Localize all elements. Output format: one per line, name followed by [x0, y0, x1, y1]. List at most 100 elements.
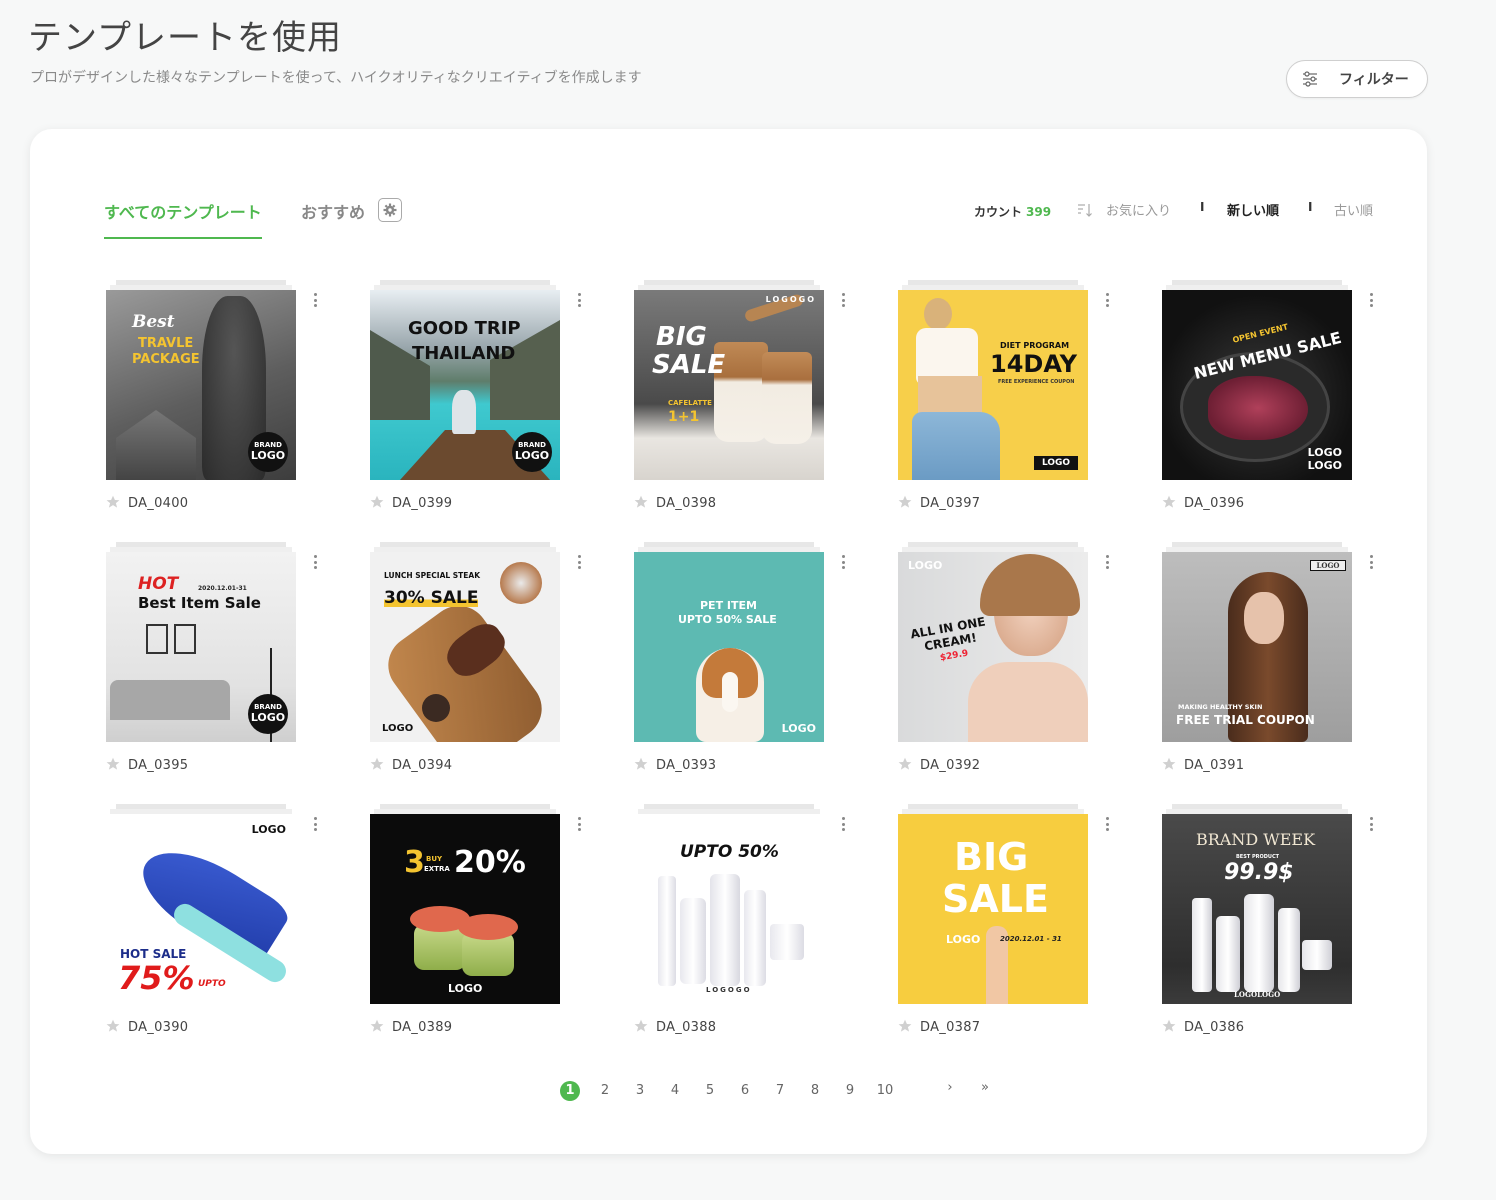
page-1[interactable]: 1 [560, 1081, 580, 1101]
thumb-text: LOGO [1316, 561, 1340, 570]
more-options-icon[interactable] [572, 290, 586, 310]
template-card[interactable]: UPTO 50% LOGOGO DA_0388 [634, 804, 856, 1044]
page-title: テンプレートを使用 [28, 18, 342, 58]
thumb-text: BIG [656, 322, 707, 352]
tab-all-templates[interactable]: すべてのテンプレート [104, 199, 262, 223]
template-thumbnail[interactable]: LOGO MAKING HEALTHY SKIN FREE TRIAL COUP… [1162, 552, 1352, 742]
template-card[interactable]: LOGO HOT SALE 75% UPTO DA_0390 [106, 804, 328, 1044]
badge-text: LOGO [250, 710, 286, 724]
sort-favorite[interactable]: お気に入り [1106, 200, 1171, 219]
template-card[interactable]: OPEN EVENT NEW MENU SALE LOGO LOGO DA_03… [1162, 280, 1384, 520]
favorite-star-icon[interactable] [898, 1019, 912, 1033]
template-thumbnail[interactable]: LOGOGO BIG SALE CAFELATTE 1+1 [634, 290, 824, 480]
favorite-star-icon[interactable] [370, 495, 384, 509]
template-card[interactable]: Best TRAVLE PACKAGE BRAND LOGO DA_0400 [106, 280, 328, 520]
template-thumbnail[interactable]: LUNCH SPECIAL STEAK 30% SALE LOGO [370, 552, 560, 742]
more-options-icon[interactable] [1100, 814, 1114, 834]
tab-recommended[interactable]: おすすめ [301, 199, 365, 223]
gear-icon [383, 203, 397, 217]
filter-label: フィルター [1339, 72, 1409, 88]
more-options-icon[interactable] [572, 814, 586, 834]
template-code: DA_0390 [128, 1020, 189, 1035]
page-10[interactable]: 10 [874, 1081, 896, 1101]
page-5[interactable]: 5 [700, 1081, 720, 1101]
more-options-icon[interactable] [1364, 290, 1378, 310]
thumb-text: 1+1 [668, 409, 700, 425]
page-6[interactable]: 6 [735, 1081, 755, 1101]
template-card[interactable]: DIET PROGRAM 14DAY FREE EXPERIENCE COUPO… [898, 280, 1120, 520]
filter-button[interactable]: フィルター [1286, 60, 1428, 98]
template-thumbnail[interactable]: LOGO ALL IN ONE CREAM! $29.9 [898, 552, 1088, 742]
thumb-text: 75% [118, 959, 195, 997]
template-thumbnail[interactable]: OPEN EVENT NEW MENU SALE LOGO LOGO [1162, 290, 1352, 480]
more-options-icon[interactable] [572, 552, 586, 572]
page-8[interactable]: 8 [805, 1081, 825, 1101]
favorite-star-icon[interactable] [106, 1019, 120, 1033]
recommended-settings-button[interactable] [378, 198, 402, 222]
page-3[interactable]: 3 [630, 1081, 650, 1101]
sort-separator: I [1308, 200, 1313, 214]
template-code: DA_0386 [1184, 1020, 1245, 1035]
thumb-text: FREE EXPERIENCE COUPON [998, 379, 1075, 385]
favorite-star-icon[interactable] [898, 757, 912, 771]
more-options-icon[interactable] [836, 552, 850, 572]
template-code: DA_0388 [656, 1020, 717, 1035]
favorite-star-icon[interactable] [1162, 1019, 1176, 1033]
thumb-text: LOGO [251, 823, 286, 836]
template-thumbnail[interactable]: BRAND WEEK BEST PRODUCT 99.9$ LOGOLOGO [1162, 814, 1352, 1004]
more-options-icon[interactable] [308, 552, 322, 572]
template-card[interactable]: BIG SALE LOGO 2020.12.01 - 31 DA_0387 [898, 804, 1120, 1044]
template-thumbnail[interactable]: UPTO 50% LOGOGO [634, 814, 824, 1004]
template-card[interactable]: 3 BUY EXTRA 20% LOGO DA_0389 [370, 804, 592, 1044]
more-options-icon[interactable] [1364, 552, 1378, 572]
more-options-icon[interactable] [308, 814, 322, 834]
template-thumbnail[interactable]: Best TRAVLE PACKAGE BRAND LOGO [106, 290, 296, 480]
favorite-star-icon[interactable] [1162, 495, 1176, 509]
last-page-button[interactable]: » [977, 1078, 993, 1098]
thumb-text: CAFELATTE [668, 399, 712, 407]
template-thumbnail[interactable]: BIG SALE LOGO 2020.12.01 - 31 [898, 814, 1088, 1004]
template-card[interactable]: GOOD TRIP THAILAND BRAND LOGO DA_0399 [370, 280, 592, 520]
more-options-icon[interactable] [836, 814, 850, 834]
next-page-button[interactable]: › [942, 1078, 958, 1098]
favorite-star-icon[interactable] [106, 495, 120, 509]
template-thumbnail[interactable]: 3 BUY EXTRA 20% LOGO [370, 814, 560, 1004]
template-card[interactable]: HOT 2020.12.01-31 Best Item Sale BRAND LO… [106, 542, 328, 782]
template-thumbnail[interactable]: HOT 2020.12.01-31 Best Item Sale BRAND LO… [106, 552, 296, 742]
favorite-star-icon[interactable] [1162, 757, 1176, 771]
page-9[interactable]: 9 [840, 1081, 860, 1101]
sort-oldest[interactable]: 古い順 [1334, 200, 1373, 219]
template-thumbnail[interactable]: DIET PROGRAM 14DAY FREE EXPERIENCE COUPO… [898, 290, 1088, 480]
template-card[interactable]: LOGO MAKING HEALTHY SKIN FREE TRIAL COUP… [1162, 542, 1384, 782]
template-thumbnail[interactable]: LOGO HOT SALE 75% UPTO [106, 814, 296, 1004]
more-options-icon[interactable] [1100, 552, 1114, 572]
favorite-star-icon[interactable] [106, 757, 120, 771]
more-options-icon[interactable] [308, 290, 322, 310]
template-thumbnail[interactable]: GOOD TRIP THAILAND BRAND LOGO [370, 290, 560, 480]
page-2[interactable]: 2 [595, 1081, 615, 1101]
favorite-star-icon[interactable] [370, 757, 384, 771]
thumb-text: LOGO [908, 559, 943, 572]
more-options-icon[interactable] [836, 290, 850, 310]
template-code: DA_0395 [128, 758, 189, 773]
page-4[interactable]: 4 [665, 1081, 685, 1101]
favorite-star-icon[interactable] [898, 495, 912, 509]
sort-newest[interactable]: 新しい順 [1227, 200, 1279, 219]
more-options-icon[interactable] [1364, 814, 1378, 834]
brand-logo-badge: BRAND LOGO [248, 432, 288, 472]
page-subtitle: プロがデザインした様々なテンプレートを使って、ハイクオリティなクリエイティブを作… [30, 70, 642, 86]
favorite-star-icon[interactable] [634, 495, 648, 509]
thumb-text: LOGO [781, 722, 816, 735]
template-card[interactable]: PET ITEM UPTO 50% SALE LOGO DA_0393 [634, 542, 856, 782]
template-card[interactable]: LOGOGO BIG SALE CAFELATTE 1+1 DA_0398 [634, 280, 856, 520]
favorite-star-icon[interactable] [634, 1019, 648, 1033]
template-card[interactable]: LOGO ALL IN ONE CREAM! $29.9 DA_0392 [898, 542, 1120, 782]
more-options-icon[interactable] [1100, 290, 1114, 310]
favorite-star-icon[interactable] [634, 757, 648, 771]
template-card[interactable]: BRAND WEEK BEST PRODUCT 99.9$ LOGOLOGO D… [1162, 804, 1384, 1044]
template-thumbnail[interactable]: PET ITEM UPTO 50% SALE LOGO [634, 552, 824, 742]
favorite-star-icon[interactable] [370, 1019, 384, 1033]
page-7[interactable]: 7 [770, 1081, 790, 1101]
sliders-icon [1303, 71, 1317, 87]
template-card[interactable]: LUNCH SPECIAL STEAK 30% SALE LOGO DA_039… [370, 542, 592, 782]
